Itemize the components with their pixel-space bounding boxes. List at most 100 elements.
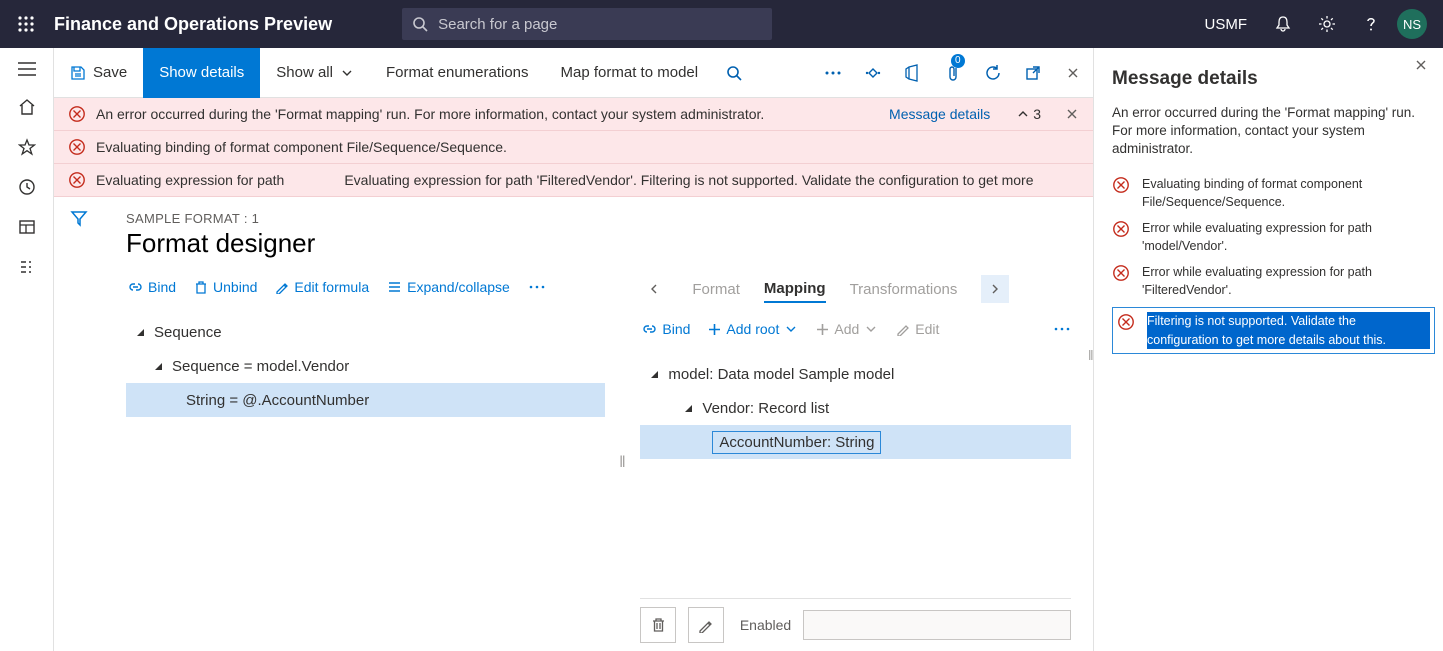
refresh-icon[interactable] [973, 48, 1013, 98]
panel-splitter[interactable]: ‖ [1088, 348, 1094, 363]
pencil-icon [896, 322, 910, 336]
workspace-icon[interactable] [18, 218, 36, 236]
add-root-button[interactable]: Add root [708, 321, 798, 337]
tab-format[interactable]: Format [692, 277, 740, 302]
format-tree-pane: Bind Unbind Edit formula Expand/collapse… [126, 275, 617, 651]
link-icon [642, 322, 657, 337]
top-nav: Finance and Operations Preview Search fo… [0, 0, 1443, 48]
avatar[interactable]: NS [1397, 9, 1427, 39]
show-all-button[interactable]: Show all [260, 48, 370, 98]
format-enumerations-button[interactable]: Format enumerations [370, 48, 545, 98]
error-icon [68, 138, 86, 156]
more-right-icon[interactable] [1053, 326, 1071, 332]
tab-next-icon[interactable] [981, 275, 1009, 303]
tab-transformations[interactable]: Transformations [850, 277, 958, 302]
chevron-down-icon [864, 322, 878, 336]
add-button: Add [816, 321, 878, 337]
tab-mapping[interactable]: Mapping [764, 276, 826, 303]
collapse-errors-button[interactable]: 3 [1016, 106, 1041, 122]
message-details-link[interactable]: Message details [889, 106, 990, 122]
splitter[interactable]: ‖ [617, 275, 627, 651]
bind-button[interactable]: Bind [128, 279, 176, 295]
clock-icon[interactable] [18, 178, 36, 196]
error-banner-2: Evaluating binding of format component F… [54, 131, 1093, 164]
error-banner-1: An error occurred during the 'Format map… [54, 98, 1093, 131]
close-icon[interactable] [1053, 48, 1093, 98]
attach-badge: 0 [951, 54, 965, 68]
expand-collapse-button[interactable]: Expand/collapse [387, 279, 510, 295]
trash-icon [194, 280, 208, 295]
save-button[interactable]: Save [54, 48, 143, 98]
bell-icon[interactable] [1261, 0, 1305, 48]
map-format-to-model-button[interactable]: Map format to model [545, 48, 715, 98]
expand-icon [134, 326, 146, 338]
tree-node-selected[interactable]: AccountNumber: String [640, 425, 1071, 459]
filter-icon[interactable] [70, 209, 88, 651]
tree-node[interactable]: Vendor: Record list [640, 391, 1071, 425]
message-row[interactable]: Error while evaluating expression for pa… [1112, 263, 1435, 299]
error-icon [68, 171, 86, 189]
popout-icon[interactable] [1013, 48, 1053, 98]
tree-node[interactable]: Sequence [126, 315, 605, 349]
breadcrumb: SAMPLE FORMAT : 1 [126, 211, 1071, 226]
search-input[interactable]: Search for a page [402, 8, 772, 40]
app-title: Finance and Operations Preview [54, 14, 332, 35]
tab-prev-icon[interactable] [640, 275, 668, 303]
expand-icon [648, 368, 660, 380]
plus-icon [816, 323, 829, 336]
more-icon[interactable] [813, 48, 853, 98]
chevron-down-icon [784, 322, 798, 336]
show-details-button[interactable]: Show details [143, 48, 260, 98]
delete-button[interactable] [640, 607, 676, 643]
tree-node[interactable]: model: Data model Sample model [640, 357, 1071, 391]
expand-icon [152, 360, 164, 372]
edit-bottom-button[interactable] [688, 607, 724, 643]
home-icon[interactable] [18, 98, 36, 116]
error-icon [68, 105, 86, 123]
error-banner-3: Evaluating expression for path Evaluatin… [54, 164, 1093, 197]
save-icon [70, 65, 86, 81]
page-title: Format designer [126, 228, 1071, 259]
app-launcher-icon[interactable] [6, 15, 46, 33]
expand-icon [682, 402, 694, 414]
list-icon [387, 280, 402, 294]
panel-title: Message details [1112, 68, 1435, 90]
hamburger-icon[interactable] [18, 62, 36, 76]
message-row[interactable]: Evaluating binding of format component F… [1112, 175, 1435, 211]
help-icon[interactable] [1349, 0, 1393, 48]
office-icon[interactable] [893, 48, 933, 98]
message-row[interactable]: Error while evaluating expression for pa… [1112, 219, 1435, 255]
company-picker[interactable]: USMF [1205, 16, 1248, 33]
edit-right-button: Edit [896, 321, 939, 337]
more-left-icon[interactable] [528, 284, 546, 290]
unbind-button[interactable]: Unbind [194, 279, 257, 295]
mapping-pane: Format Mapping Transformations Bind Add … [627, 275, 1071, 651]
plus-icon [708, 323, 721, 336]
star-icon[interactable] [18, 138, 36, 156]
mod modules-icon[interactable] [18, 258, 36, 276]
pencil-icon [275, 280, 289, 294]
bottom-bar: Enabled [640, 598, 1071, 651]
tree-node[interactable]: Sequence = model.Vendor [126, 349, 605, 383]
close-panel-icon[interactable] [1414, 58, 1429, 73]
action-bar: Save Show details Show all Format enumer… [54, 48, 1093, 98]
message-row-selected[interactable]: Filtering is not supported. Validate the… [1112, 307, 1435, 353]
message-details-panel: ‖ Message details An error occurred duri… [1093, 48, 1443, 651]
search-icon [412, 16, 428, 32]
enabled-field[interactable] [803, 610, 1071, 640]
tree-node-selected[interactable]: String = @.AccountNumber [126, 383, 605, 417]
gear-icon[interactable] [1305, 0, 1349, 48]
search-placeholder: Search for a page [438, 16, 557, 33]
find-icon[interactable] [714, 48, 754, 98]
dismiss-error-icon[interactable] [1065, 107, 1079, 121]
error-icon [1117, 313, 1135, 331]
left-rail [0, 48, 54, 651]
bind-right-button[interactable]: Bind [642, 321, 690, 337]
attach-icon[interactable]: 0 [933, 48, 973, 98]
enabled-label: Enabled [740, 617, 791, 633]
error-icon [1112, 220, 1130, 238]
chevron-down-icon [340, 66, 354, 80]
error-icon [1112, 264, 1130, 282]
options-diamond-icon[interactable] [853, 48, 893, 98]
edit-formula-button[interactable]: Edit formula [275, 279, 369, 295]
